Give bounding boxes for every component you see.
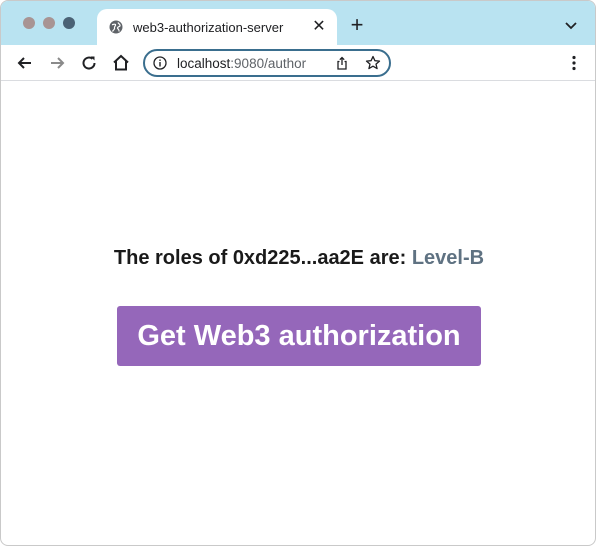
more-menu-icon[interactable] bbox=[567, 54, 581, 72]
browser-toolbar: localhost:9080/author bbox=[1, 45, 595, 81]
tab-strip: web3-authorization-server ✕ + bbox=[1, 1, 595, 45]
zoom-window-button[interactable] bbox=[63, 17, 75, 29]
roles-text: The roles of 0xd225...aa2E are: Level-B bbox=[1, 247, 595, 270]
get-web3-authorization-button[interactable]: Get Web3 authorization bbox=[117, 306, 481, 366]
forward-arrow-icon[interactable] bbox=[47, 53, 67, 73]
globe-icon bbox=[109, 20, 123, 34]
tab-title: web3-authorization-server bbox=[133, 20, 284, 35]
page-content: The roles of 0xd225...aa2E are: Level-B … bbox=[1, 82, 595, 545]
roles-label: The roles of 0xd225...aa2E are: bbox=[113, 247, 407, 269]
address-url[interactable]: localhost:9080/author bbox=[177, 56, 306, 71]
minimize-window-button[interactable] bbox=[43, 17, 55, 29]
tab-active[interactable]: web3-authorization-server ✕ bbox=[97, 9, 337, 45]
tab-close-icon[interactable]: ✕ bbox=[309, 17, 329, 37]
back-arrow-icon[interactable] bbox=[15, 53, 35, 73]
address-bar[interactable]: localhost:9080/author bbox=[143, 49, 391, 77]
share-icon[interactable] bbox=[335, 56, 349, 70]
browser-window: web3-authorization-server ✕ + localhost:… bbox=[0, 0, 596, 546]
bookmark-star-icon[interactable] bbox=[365, 55, 381, 71]
url-path: :9080/author bbox=[230, 56, 307, 71]
role-value: Level-B bbox=[411, 247, 485, 269]
url-host: localhost bbox=[177, 56, 231, 71]
reload-icon[interactable] bbox=[79, 53, 99, 73]
new-tab-button[interactable]: + bbox=[347, 14, 367, 36]
info-icon[interactable] bbox=[153, 56, 167, 70]
close-window-button[interactable] bbox=[23, 17, 35, 29]
chevron-down-icon[interactable] bbox=[563, 17, 579, 33]
home-icon[interactable] bbox=[111, 53, 131, 73]
